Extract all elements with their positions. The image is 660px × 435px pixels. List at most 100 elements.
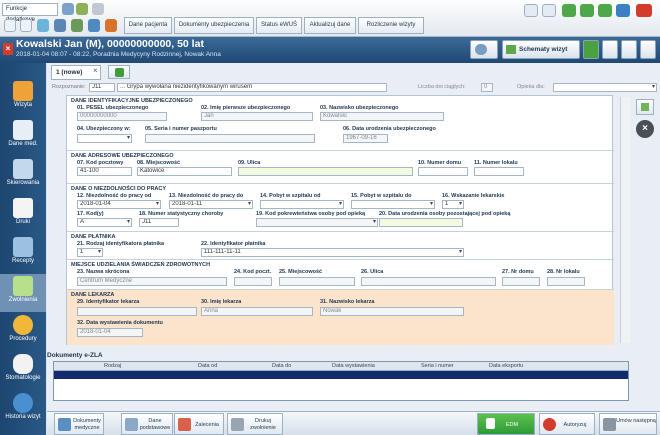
sidebar-item-forms[interactable]: Druki	[0, 196, 46, 234]
search-icon[interactable]	[37, 19, 49, 32]
close-tab-icon[interactable]: ×	[93, 66, 98, 75]
care-select[interactable]	[553, 83, 657, 92]
passport-field[interactable]	[145, 134, 315, 143]
schedule-next-button[interactable]: Umów następną	[599, 413, 657, 435]
sidebar-item-sick-leave[interactable]: Zwolnienia	[0, 274, 46, 312]
issue-date-field[interactable]: 2018-01-04	[77, 328, 143, 337]
menu-button[interactable]	[640, 40, 656, 59]
statistical-number-input[interactable]: J11	[139, 218, 179, 227]
recommendations-button[interactable]: Zalecenia	[174, 413, 224, 435]
column-header[interactable]: Data do	[272, 363, 291, 369]
functions-select[interactable]: Funkcje dodatkowe	[2, 3, 58, 23]
column-header[interactable]: Data od	[198, 363, 217, 369]
up-arrow-icon[interactable]	[598, 4, 612, 17]
place-city-field[interactable]	[279, 277, 355, 286]
documents-table[interactable]: Rodzaj Data od Data do Data wystawienia …	[53, 361, 629, 401]
edm-button[interactable]: EDM	[477, 413, 535, 435]
dependent-birth-input[interactable]	[379, 218, 463, 227]
table-row[interactable]	[54, 371, 628, 379]
insurance-documents-button[interactable]: Dokumenty ubezpieczenia	[174, 17, 254, 34]
column-header[interactable]: Data eksportu	[489, 363, 523, 369]
pin-button[interactable]	[636, 99, 654, 115]
postcode-input[interactable]: 41-100	[77, 167, 132, 176]
flat-number-label: 11. Numer lokalu	[474, 160, 518, 166]
hospital-from-input[interactable]	[260, 200, 344, 209]
document-icon[interactable]	[4, 19, 16, 32]
visit-schemes-button[interactable]: Schematy wizyt	[502, 40, 580, 59]
doctor-last-name-field[interactable]: Nowak	[320, 307, 464, 316]
insured-in-select[interactable]	[77, 134, 132, 143]
place-street-field[interactable]	[361, 277, 496, 286]
close-form-icon[interactable]: ×	[636, 120, 654, 138]
ewus-status-button[interactable]: Status eWUŚ	[256, 17, 302, 34]
diagnosis-description-input[interactable]: ... Grypa wywołana niezidentyfikowanym w…	[117, 83, 387, 92]
info-icon[interactable]	[616, 4, 630, 17]
section-incapacity: DANE O NIEZDOLNOŚCI DO PRACY 12. Niezdol…	[67, 184, 614, 232]
last-name-field[interactable]: Kowalski	[320, 112, 444, 121]
to-date-input[interactable]: 2018-01-11	[169, 200, 253, 209]
flat-number-input[interactable]	[474, 167, 524, 176]
exit-icon[interactable]	[636, 4, 652, 17]
column-header[interactable]: Data wystawienia	[332, 363, 375, 369]
gear-icon[interactable]	[105, 19, 117, 32]
layout-icon[interactable]	[92, 3, 104, 15]
medical-documents-button[interactable]: Dokumenty medyczne	[54, 413, 104, 435]
remove-button[interactable]	[621, 40, 637, 59]
add-tab-button[interactable]	[108, 65, 130, 79]
update-data-button[interactable]: Aktualizuj dane	[304, 17, 356, 34]
from-date-input[interactable]: 2018-01-04	[77, 200, 161, 209]
sidebar-item-visit-history[interactable]: Historia wizyt	[0, 391, 46, 429]
print-sick-leave-button[interactable]: Drukuj zwolnienie	[227, 413, 283, 435]
place-postcode-field[interactable]	[234, 277, 272, 286]
street-input[interactable]	[238, 167, 413, 176]
doctor-first-name-field[interactable]: Anna	[201, 307, 313, 316]
medical-indication-select[interactable]: 1	[442, 200, 464, 209]
list-icon[interactable]	[20, 19, 32, 32]
column-header[interactable]: Seria i numer	[421, 363, 454, 369]
refresh-icon-2[interactable]	[71, 19, 83, 32]
house-number-label: 10. Numer domu	[418, 160, 462, 166]
place-flat-field[interactable]	[547, 277, 585, 286]
column-header[interactable]: Rodzaj	[104, 363, 121, 369]
sidebar-item-prescriptions[interactable]: Recepty	[0, 235, 46, 273]
diagnosis-code-input[interactable]: J11	[89, 83, 115, 92]
authorize-button[interactable]: Autoryzuj	[539, 413, 595, 435]
forward-arrow-icon[interactable]	[580, 4, 594, 17]
days-input[interactable]: 0	[481, 83, 493, 92]
payer-id-type-select[interactable]: 1	[77, 248, 103, 257]
birth-date-field[interactable]: 1967-09-16	[343, 134, 388, 143]
refresh-icon[interactable]	[76, 3, 88, 15]
sidebar-item-visit[interactable]: Wizyta	[0, 79, 46, 117]
doctor-id-field[interactable]	[77, 307, 197, 316]
first-name-field[interactable]: Jan	[201, 112, 313, 121]
house-number-input[interactable]	[418, 167, 468, 176]
city-input[interactable]: Katowice	[137, 167, 232, 176]
settings-dropdown[interactable]	[470, 40, 498, 59]
basic-data-button[interactable]: Dane podstawowe	[121, 413, 173, 435]
sidebar-item-medical-data[interactable]: Dane med.	[0, 118, 46, 156]
visit-settlement-button[interactable]: Rozliczenie wizyty	[358, 17, 424, 34]
clock-icon[interactable]	[88, 19, 100, 32]
payer-id-select[interactable]: 111-111-11-11	[201, 248, 464, 257]
edit-button[interactable]	[602, 40, 618, 59]
close-icon[interactable]: ×	[3, 43, 13, 55]
short-name-field[interactable]: Centrum Medyczne	[77, 277, 227, 286]
pesel-field[interactable]: 00000000000	[77, 112, 167, 121]
calendar-icon[interactable]	[62, 3, 74, 15]
sidebar-item-procedures[interactable]: Procedury	[0, 313, 46, 351]
relation-code-select[interactable]	[256, 218, 378, 227]
patient-data-button[interactable]: Dane pacjenta	[124, 17, 172, 34]
hospital-to-input[interactable]	[351, 200, 435, 209]
envelope-icon[interactable]	[542, 4, 556, 17]
form-scrollbar[interactable]	[620, 97, 630, 343]
sick-leave-icon	[13, 276, 33, 296]
back-arrow-icon[interactable]	[562, 4, 576, 17]
place-house-field[interactable]	[502, 277, 540, 286]
codes-select[interactable]: A	[77, 218, 132, 227]
mail-icon[interactable]	[524, 4, 538, 17]
sidebar-item-referrals[interactable]: Skierowania	[0, 157, 46, 195]
add-button[interactable]	[583, 40, 599, 59]
users-icon[interactable]	[54, 19, 66, 32]
prescription-icon	[13, 237, 33, 257]
sidebar-item-dentistry[interactable]: Stomatologie	[0, 352, 46, 390]
